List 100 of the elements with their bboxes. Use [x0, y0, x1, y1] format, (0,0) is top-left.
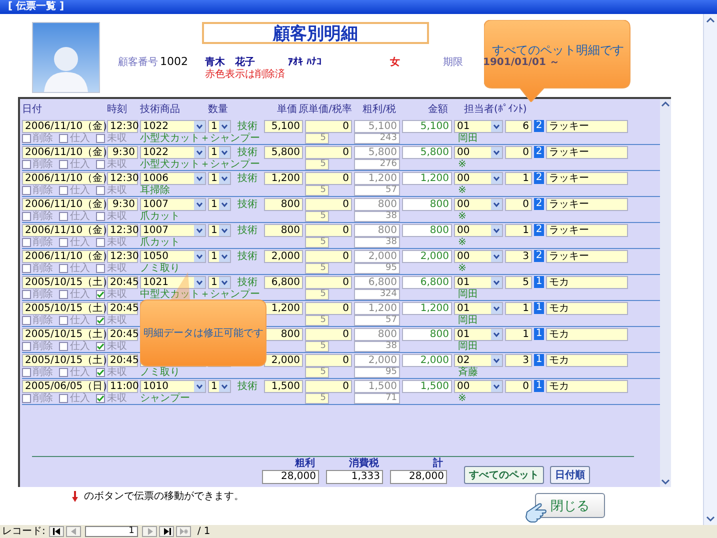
checkbox[interactable]: [59, 394, 68, 403]
tax-field[interactable]: 38: [354, 237, 400, 248]
gross-profit-field[interactable]: 800: [354, 328, 400, 340]
checkbox[interactable]: [59, 134, 68, 143]
time-field[interactable]: 20:45: [107, 276, 138, 288]
pet-name-field[interactable]: ラッキー: [546, 250, 628, 262]
time-field[interactable]: 11:00: [107, 380, 138, 392]
quantity-dropdown[interactable]: 1: [208, 172, 231, 184]
date-field[interactable]: 2005/10/15（土）: [22, 276, 105, 288]
checkbox[interactable]: [96, 368, 105, 377]
date-field[interactable]: 2006/11/10（金）: [22, 120, 105, 132]
cost-field[interactable]: 0: [305, 172, 352, 184]
tax-field[interactable]: 243: [354, 133, 400, 144]
quantity-dropdown[interactable]: 1: [208, 276, 231, 288]
quantity-dropdown[interactable]: 1: [208, 380, 231, 392]
staff-dropdown[interactable]: 01: [454, 328, 503, 340]
checkbox[interactable]: [22, 264, 31, 273]
staff-dropdown[interactable]: 01: [454, 120, 503, 132]
gross-profit-field[interactable]: 800: [354, 198, 400, 210]
staff-dropdown[interactable]: 00: [454, 146, 503, 158]
quantity-dropdown[interactable]: 1: [208, 224, 231, 236]
cost-field[interactable]: 0: [305, 328, 352, 340]
checkbox[interactable]: [59, 160, 68, 169]
time-field[interactable]: 12:30: [107, 224, 138, 236]
checkbox[interactable]: [96, 342, 105, 351]
checkbox[interactable]: [96, 394, 105, 403]
pet-name-field[interactable]: ラッキー: [546, 146, 628, 158]
quantity-dropdown[interactable]: 1: [208, 198, 231, 210]
checkbox[interactable]: [22, 316, 31, 325]
checkbox[interactable]: [22, 238, 31, 247]
checkbox[interactable]: [59, 238, 68, 247]
cost-field[interactable]: 0: [305, 146, 352, 158]
quantity-dropdown[interactable]: 1: [208, 250, 231, 262]
checkbox[interactable]: [22, 134, 31, 143]
unit-price-field[interactable]: 6,800: [264, 276, 303, 288]
staff-dropdown[interactable]: 00: [454, 198, 503, 210]
amount-field[interactable]: 6,800: [402, 276, 452, 288]
time-field[interactable]: 12:30: [107, 250, 138, 262]
tax-field[interactable]: 324: [354, 289, 400, 300]
checkbox[interactable]: [59, 212, 68, 221]
pet-name-field[interactable]: モカ: [546, 354, 628, 366]
amount-field[interactable]: 800: [402, 328, 452, 340]
unit-price-field[interactable]: 5,800: [264, 146, 303, 158]
date-field[interactable]: 2005/10/15（土）: [22, 302, 105, 314]
checkbox[interactable]: [59, 342, 68, 351]
gross-profit-field[interactable]: 5,800: [354, 146, 400, 158]
amount-field[interactable]: 1,500: [402, 380, 452, 392]
gross-profit-field[interactable]: 1,500: [354, 380, 400, 392]
checkbox[interactable]: [22, 342, 31, 351]
unit-price-field[interactable]: 2,000: [264, 250, 303, 262]
unit-price-field[interactable]: 2,000: [264, 354, 303, 366]
gross-profit-field[interactable]: 1,200: [354, 302, 400, 314]
code-dropdown[interactable]: 1006: [140, 172, 206, 184]
cost-field[interactable]: 0: [305, 354, 352, 366]
time-field[interactable]: 12:30: [107, 172, 138, 184]
points-field[interactable]: 3: [505, 354, 532, 366]
tax-field[interactable]: 57: [354, 315, 400, 326]
checkbox[interactable]: [96, 238, 105, 247]
unit-price-field[interactable]: 800: [264, 224, 303, 236]
pet-name-field[interactable]: ラッキー: [546, 172, 628, 184]
points-field[interactable]: 3: [505, 250, 532, 262]
scroll-down-icon[interactable]: [661, 478, 670, 485]
close-button[interactable]: 閉じる: [535, 493, 605, 518]
staff-dropdown[interactable]: 02: [454, 354, 503, 366]
date-field[interactable]: 2005/10/15（土）: [22, 354, 105, 366]
time-field[interactable]: 9:30: [107, 198, 138, 210]
all-pets-button[interactable]: すべてのペット: [464, 466, 544, 484]
points-field[interactable]: 0: [505, 380, 532, 392]
points-field[interactable]: 0: [505, 146, 532, 158]
tax-field[interactable]: 71: [354, 393, 400, 404]
date-field[interactable]: 2006/11/10（金）: [22, 198, 105, 210]
gross-profit-field[interactable]: 1,200: [354, 172, 400, 184]
time-field[interactable]: 20:45: [107, 354, 138, 366]
cost-field[interactable]: 0: [305, 224, 352, 236]
staff-dropdown[interactable]: 01: [454, 276, 503, 288]
checkbox[interactable]: [96, 186, 105, 195]
checkbox[interactable]: [96, 134, 105, 143]
amount-field[interactable]: 2,000: [402, 354, 452, 366]
date-field[interactable]: 2006/11/10（金）: [22, 224, 105, 236]
checkbox[interactable]: [96, 212, 105, 221]
points-field[interactable]: 5: [505, 276, 532, 288]
date-field[interactable]: 2006/11/10（金）: [22, 172, 105, 184]
date-field[interactable]: 2006/11/10（金）: [22, 146, 105, 158]
pet-name-field[interactable]: モカ: [546, 328, 628, 340]
gross-profit-field[interactable]: 6,800: [354, 276, 400, 288]
checkbox[interactable]: [22, 186, 31, 195]
date-field[interactable]: 2005/06/05（日）: [22, 380, 105, 392]
code-dropdown[interactable]: 1021: [140, 276, 206, 288]
checkbox[interactable]: [59, 290, 68, 299]
checkbox[interactable]: [22, 394, 31, 403]
points-field[interactable]: 1: [505, 172, 532, 184]
quantity-dropdown[interactable]: 1: [208, 146, 231, 158]
checkbox[interactable]: [22, 290, 31, 299]
code-dropdown[interactable]: 1010: [140, 380, 206, 392]
tax-field[interactable]: 57: [354, 185, 400, 196]
unit-price-field[interactable]: 1,500: [264, 380, 303, 392]
date-field[interactable]: 2006/11/10（金）: [22, 250, 105, 262]
record-nav-button[interactable]: [159, 526, 174, 537]
gross-profit-field[interactable]: 2,000: [354, 354, 400, 366]
pet-name-field[interactable]: ラッキー: [546, 198, 628, 210]
